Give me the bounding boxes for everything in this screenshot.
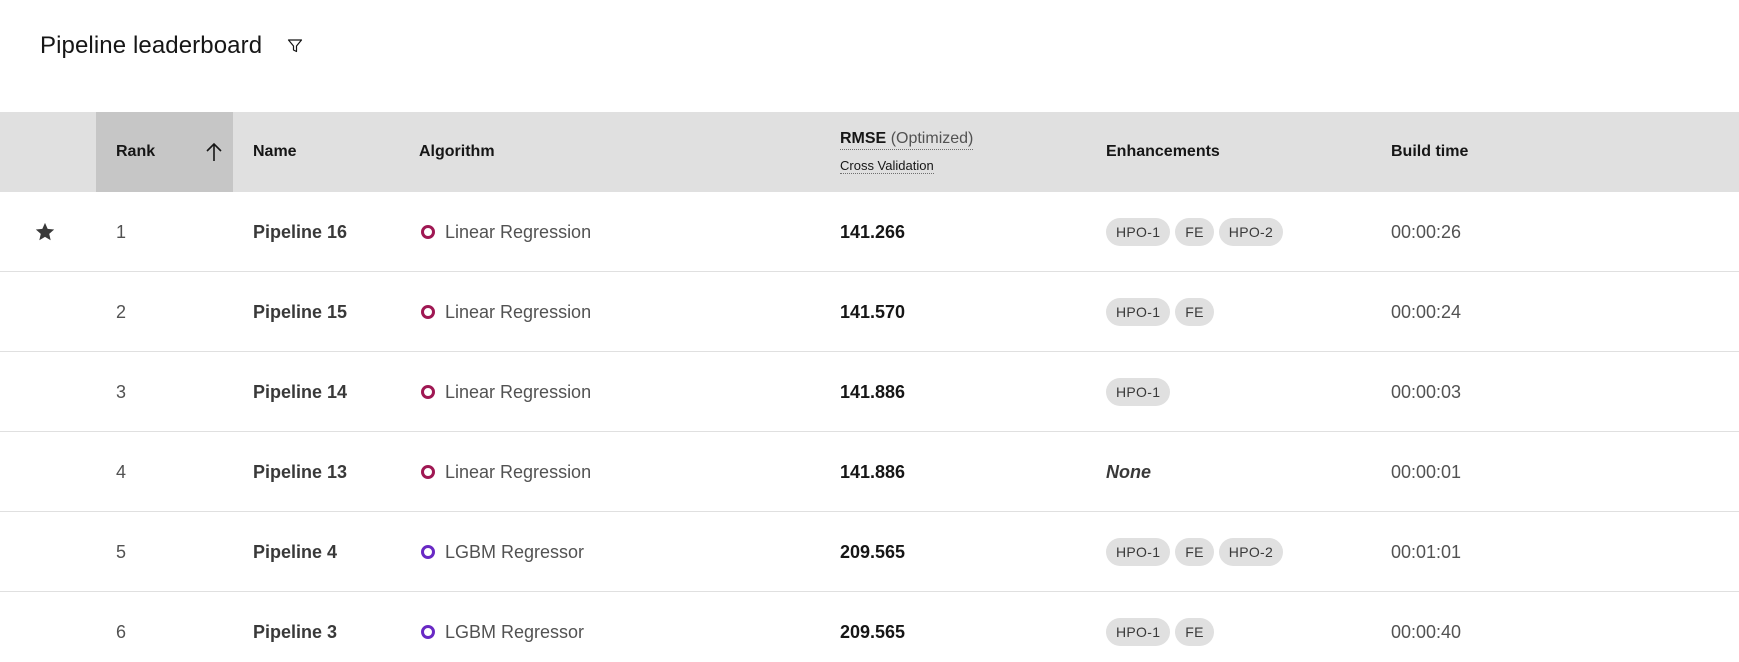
rmse-value: 141.886	[840, 381, 906, 402]
build-time: 00:01:01	[1391, 541, 1462, 562]
filter-icon	[288, 39, 303, 53]
enhancements-cell: HPO-1 FE HPO-2	[1106, 512, 1284, 592]
table-row[interactable]: 3 Pipeline 14 Linear Regression 141.886 HPO-…	[0, 352, 1739, 432]
table-row[interactable]: 4 Pipeline 13 Linear Regression 141.886 None…	[0, 432, 1739, 512]
algorithm-cell: Linear Regression	[421, 272, 591, 352]
column-header-rank-label: Rank	[116, 143, 156, 160]
star-cell	[32, 192, 58, 272]
algorithm-label: LGBM Regressor	[445, 541, 585, 562]
pipeline-name[interactable]: Pipeline 13	[253, 432, 347, 512]
algorithm-dot-icon	[421, 385, 435, 399]
rmse-value: 209.565	[840, 541, 906, 562]
enhancement-tag: HPO-1	[1106, 378, 1171, 406]
build-time: 00:00:26	[1391, 221, 1462, 242]
enhancement-tag: HPO-2	[1218, 218, 1284, 246]
enhancements-cell: HPO-1 FE	[1106, 592, 1214, 662]
column-header-rank[interactable]: Rank	[96, 112, 233, 192]
star-cell	[32, 592, 58, 662]
rmse-value: 141.570	[840, 301, 906, 322]
rmse-value: 141.266	[840, 221, 906, 242]
rmse-value: 141.886	[840, 461, 906, 482]
build-time: 00:00:24	[1391, 301, 1462, 322]
enhancement-tag: FE	[1175, 218, 1214, 246]
arrow-up-icon	[206, 142, 222, 161]
enhancement-tag: HPO-2	[1218, 538, 1284, 566]
enhancement-tag: HPO-1	[1106, 298, 1171, 326]
rank-cell: 4	[116, 461, 127, 482]
enhancement-tag: HPO-1	[1106, 538, 1171, 566]
no-enhancements-label: None	[1106, 461, 1151, 482]
rank-cell: 2	[116, 301, 127, 322]
column-header-algorithm[interactable]: Algorithm	[419, 112, 495, 192]
rank-cell: 1	[116, 221, 127, 242]
column-header-enhancements[interactable]: Enhancements	[1106, 112, 1220, 192]
pipeline-name[interactable]: Pipeline 15	[253, 272, 347, 352]
rmse-value: 209.565	[840, 621, 906, 642]
pipeline-name[interactable]: Pipeline 4	[253, 512, 337, 592]
table-row[interactable]: 6 Pipeline 3 LGBM Regressor 209.565 HPO-1 FE 0…	[0, 592, 1739, 662]
algorithm-cell: LGBM Regressor	[421, 592, 584, 662]
table-header: Rank Name Algorithm RMSE (Optimized) Cro…	[0, 112, 1739, 192]
algorithm-label: Linear Regression	[445, 461, 592, 482]
enhancement-tag: HPO-1	[1106, 618, 1171, 646]
star-cell	[32, 352, 58, 432]
enhancement-tag: FE	[1175, 298, 1214, 326]
rank-cell: 5	[116, 541, 127, 562]
algorithm-dot-icon	[421, 305, 435, 319]
pipeline-name[interactable]: Pipeline 3	[253, 592, 337, 662]
enhancement-tag: HPO-1	[1106, 218, 1171, 246]
build-time: 00:00:01	[1391, 461, 1462, 482]
table-body: 1 Pipeline 16 Linear Regression 141.266 HPO-…	[0, 192, 1739, 662]
algorithm-label: Linear Regression	[445, 301, 592, 322]
rmse-optimized-note: (Optimized)	[890, 130, 974, 147]
star-cell	[32, 272, 58, 352]
leaderboard-table: Rank Name Algorithm RMSE (Optimized) Cro…	[0, 112, 1739, 662]
star-cell	[32, 512, 58, 592]
table-row[interactable]: 5 Pipeline 4 LGBM Regressor 209.565 HPO-1 FE H…	[0, 512, 1739, 592]
filter-button[interactable]	[282, 33, 308, 59]
pipeline-name[interactable]: Pipeline 16	[253, 192, 347, 272]
column-header-name[interactable]: Name	[253, 112, 297, 192]
column-header-build-time[interactable]: Build time	[1391, 112, 1468, 192]
algorithm-label: Linear Regression	[445, 381, 592, 402]
algorithm-dot-icon	[421, 625, 435, 639]
algorithm-dot-icon	[421, 545, 435, 559]
table-row[interactable]: 2 Pipeline 15 Linear Regression 141.570 HPO-…	[0, 272, 1739, 352]
star-cell	[32, 432, 58, 512]
algorithm-dot-icon	[421, 225, 435, 239]
rmse-header-label[interactable]: RMSE (Optimized)	[840, 130, 974, 150]
enhancements-cell: None	[1106, 432, 1151, 512]
rank-cell: 6	[116, 621, 127, 642]
algorithm-cell: Linear Regression	[421, 432, 591, 512]
build-time: 00:00:40	[1391, 621, 1462, 642]
algorithm-label: LGBM Regressor	[445, 621, 585, 642]
rank-cell: 3	[116, 381, 127, 402]
page-title: Pipeline leaderboard	[40, 32, 263, 59]
enhancement-tag: FE	[1175, 538, 1214, 566]
column-header-rmse[interactable]: RMSE (Optimized) Cross Validation	[840, 112, 974, 192]
build-time: 00:00:03	[1391, 381, 1462, 402]
enhancements-cell: HPO-1	[1106, 352, 1171, 432]
leaderboard-header: Pipeline leaderboard	[40, 31, 308, 61]
enhancements-cell: HPO-1 FE HPO-2	[1106, 192, 1284, 272]
algorithm-cell: Linear Regression	[421, 192, 591, 272]
star-icon	[35, 222, 55, 241]
table-row[interactable]: 1 Pipeline 16 Linear Regression 141.266 HPO-…	[0, 192, 1739, 272]
algorithm-cell: Linear Regression	[421, 352, 591, 432]
algorithm-cell: LGBM Regressor	[421, 512, 584, 592]
enhancement-tag: FE	[1175, 618, 1214, 646]
algorithm-dot-icon	[421, 465, 435, 479]
rmse-metric-name: RMSE	[840, 130, 887, 147]
cross-validation-label[interactable]: Cross Validation	[840, 158, 934, 174]
enhancements-cell: HPO-1 FE	[1106, 272, 1214, 352]
algorithm-label: Linear Regression	[445, 221, 592, 242]
pipeline-name[interactable]: Pipeline 14	[253, 352, 347, 432]
